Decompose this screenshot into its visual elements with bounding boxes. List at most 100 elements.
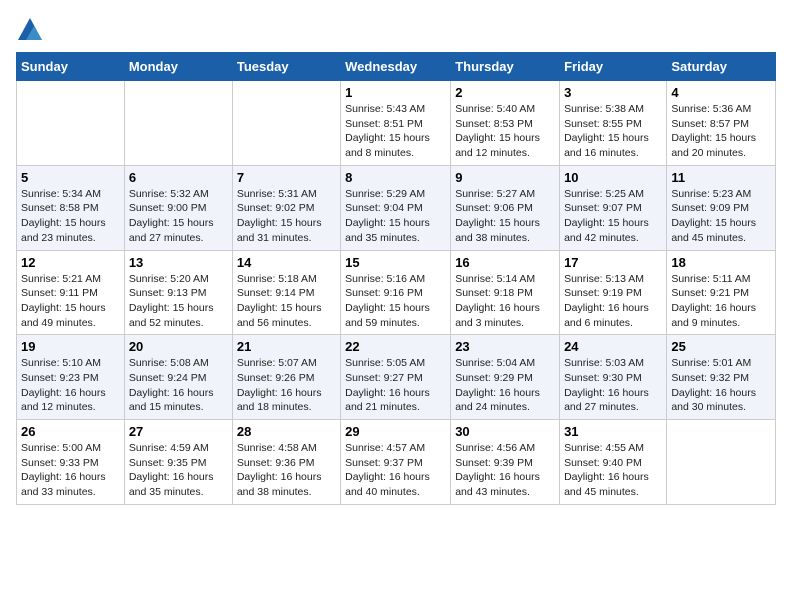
calendar-cell: 6 Sunrise: 5:32 AM Sunset: 9:00 PM Daylig…	[124, 165, 232, 250]
day-info: Sunrise: 4:55 AM Sunset: 9:40 PM Dayligh…	[564, 441, 662, 500]
calendar-cell: 13Sunrise: 5:20 AM Sunset: 9:13 PM Dayli…	[124, 250, 232, 335]
logo	[16, 16, 48, 44]
page-header	[16, 16, 776, 44]
day-info: Sunrise: 5:16 AM Sunset: 9:16 PM Dayligh…	[345, 272, 446, 331]
day-info: Sunrise: 5:13 AM Sunset: 9:19 PM Dayligh…	[564, 272, 662, 331]
day-number: 25	[671, 339, 771, 354]
day-info: Sunrise: 5:32 AM Sunset: 9:00 PM Dayligh…	[129, 187, 228, 246]
day-number: 11	[671, 170, 771, 185]
day-info: Sunrise: 5:25 AM Sunset: 9:07 PM Dayligh…	[564, 187, 662, 246]
calendar-cell: 30 Sunrise: 4:56 AM Sunset: 9:39 PM Dayli…	[451, 420, 560, 505]
day-info: Sunrise: 5:34 AM Sunset: 8:58 PM Dayligh…	[21, 187, 120, 246]
calendar-cell: 15 Sunrise: 5:16 AM Sunset: 9:16 PM Dayli…	[341, 250, 451, 335]
calendar-cell: 11 Sunrise: 5:23 AM Sunset: 9:09 PM Dayli…	[667, 165, 776, 250]
calendar-cell: 2 Sunrise: 5:40 AM Sunset: 8:53 PM Daylig…	[451, 81, 560, 166]
calendar-cell: 8 Sunrise: 5:29 AM Sunset: 9:04 PM Daylig…	[341, 165, 451, 250]
logo-icon	[16, 16, 44, 44]
day-info: Sunrise: 5:27 AM Sunset: 9:06 PM Dayligh…	[455, 187, 555, 246]
calendar-cell: 3 Sunrise: 5:38 AM Sunset: 8:55 PM Daylig…	[560, 81, 667, 166]
day-info: Sunrise: 5:18 AM Sunset: 9:14 PM Dayligh…	[237, 272, 336, 331]
day-info: Sunrise: 5:11 AM Sunset: 9:21 PM Dayligh…	[671, 272, 771, 331]
day-of-week-header: Tuesday	[232, 53, 340, 81]
day-number: 28	[237, 424, 336, 439]
calendar-cell: 18 Sunrise: 5:11 AM Sunset: 9:21 PM Dayli…	[667, 250, 776, 335]
calendar-cell: 25 Sunrise: 5:01 AM Sunset: 9:32 PM Dayli…	[667, 335, 776, 420]
calendar-cell	[232, 81, 340, 166]
day-number: 3	[564, 85, 662, 100]
calendar-cell: 28 Sunrise: 4:58 AM Sunset: 9:36 PM Dayli…	[232, 420, 340, 505]
day-number: 1	[345, 85, 446, 100]
calendar-cell	[124, 81, 232, 166]
calendar-cell: 26Sunrise: 5:00 AM Sunset: 9:33 PM Dayli…	[17, 420, 125, 505]
calendar-header-row: SundayMondayTuesdayWednesdayThursdayFrid…	[17, 53, 776, 81]
calendar-cell: 16 Sunrise: 5:14 AM Sunset: 9:18 PM Dayli…	[451, 250, 560, 335]
day-info: Sunrise: 4:57 AM Sunset: 9:37 PM Dayligh…	[345, 441, 446, 500]
calendar-table: SundayMondayTuesdayWednesdayThursdayFrid…	[16, 52, 776, 505]
calendar-cell: 20 Sunrise: 5:08 AM Sunset: 9:24 PM Dayli…	[124, 335, 232, 420]
day-number: 9	[455, 170, 555, 185]
day-number: 19	[21, 339, 120, 354]
day-number: 26	[21, 424, 120, 439]
day-info: Sunrise: 4:58 AM Sunset: 9:36 PM Dayligh…	[237, 441, 336, 500]
day-number: 12	[21, 255, 120, 270]
calendar-cell	[667, 420, 776, 505]
day-number: 7	[237, 170, 336, 185]
calendar-week-row: 5 Sunrise: 5:34 AM Sunset: 8:58 PM Daylig…	[17, 165, 776, 250]
day-info: Sunrise: 5:20 AM Sunset: 9:13 PM Dayligh…	[129, 272, 228, 331]
day-number: 31	[564, 424, 662, 439]
calendar-cell: 10 Sunrise: 5:25 AM Sunset: 9:07 PM Dayli…	[560, 165, 667, 250]
day-number: 24	[564, 339, 662, 354]
calendar-cell: 1 Sunrise: 5:43 AM Sunset: 8:51 PM Daylig…	[341, 81, 451, 166]
calendar-cell: 29 Sunrise: 4:57 AM Sunset: 9:37 PM Dayli…	[341, 420, 451, 505]
calendar-cell: 21Sunrise: 5:07 AM Sunset: 9:26 PM Dayli…	[232, 335, 340, 420]
day-info: Sunrise: 5:43 AM Sunset: 8:51 PM Dayligh…	[345, 102, 446, 161]
day-number: 2	[455, 85, 555, 100]
day-info: Sunrise: 5:38 AM Sunset: 8:55 PM Dayligh…	[564, 102, 662, 161]
calendar-cell	[17, 81, 125, 166]
calendar-cell: 5 Sunrise: 5:34 AM Sunset: 8:58 PM Daylig…	[17, 165, 125, 250]
day-number: 30	[455, 424, 555, 439]
day-number: 10	[564, 170, 662, 185]
day-of-week-header: Saturday	[667, 53, 776, 81]
day-info: Sunrise: 5:14 AM Sunset: 9:18 PM Dayligh…	[455, 272, 555, 331]
day-of-week-header: Monday	[124, 53, 232, 81]
calendar-week-row: 19 Sunrise: 5:10 AM Sunset: 9:23 PM Dayli…	[17, 335, 776, 420]
calendar-cell: 27Sunrise: 4:59 AM Sunset: 9:35 PM Dayli…	[124, 420, 232, 505]
day-info: Sunrise: 5:07 AM Sunset: 9:26 PM Dayligh…	[237, 356, 336, 415]
day-number: 27	[129, 424, 228, 439]
day-info: Sunrise: 5:29 AM Sunset: 9:04 PM Dayligh…	[345, 187, 446, 246]
calendar-cell: 24Sunrise: 5:03 AM Sunset: 9:30 PM Dayli…	[560, 335, 667, 420]
day-number: 16	[455, 255, 555, 270]
day-info: Sunrise: 5:23 AM Sunset: 9:09 PM Dayligh…	[671, 187, 771, 246]
day-number: 5	[21, 170, 120, 185]
day-number: 8	[345, 170, 446, 185]
day-info: Sunrise: 5:10 AM Sunset: 9:23 PM Dayligh…	[21, 356, 120, 415]
day-info: Sunrise: 5:40 AM Sunset: 8:53 PM Dayligh…	[455, 102, 555, 161]
day-number: 20	[129, 339, 228, 354]
calendar-cell: 12 Sunrise: 5:21 AM Sunset: 9:11 PM Dayli…	[17, 250, 125, 335]
day-number: 6	[129, 170, 228, 185]
day-info: Sunrise: 5:01 AM Sunset: 9:32 PM Dayligh…	[671, 356, 771, 415]
day-number: 18	[671, 255, 771, 270]
day-of-week-header: Sunday	[17, 53, 125, 81]
calendar-week-row: 26Sunrise: 5:00 AM Sunset: 9:33 PM Dayli…	[17, 420, 776, 505]
day-number: 14	[237, 255, 336, 270]
calendar-cell: 14 Sunrise: 5:18 AM Sunset: 9:14 PM Dayli…	[232, 250, 340, 335]
calendar-cell: 17 Sunrise: 5:13 AM Sunset: 9:19 PM Dayli…	[560, 250, 667, 335]
day-info: Sunrise: 5:36 AM Sunset: 8:57 PM Dayligh…	[671, 102, 771, 161]
day-info: Sunrise: 5:31 AM Sunset: 9:02 PM Dayligh…	[237, 187, 336, 246]
day-number: 29	[345, 424, 446, 439]
day-number: 4	[671, 85, 771, 100]
calendar-cell: 31 Sunrise: 4:55 AM Sunset: 9:40 PM Dayli…	[560, 420, 667, 505]
day-info: Sunrise: 5:05 AM Sunset: 9:27 PM Dayligh…	[345, 356, 446, 415]
day-info: Sunrise: 4:56 AM Sunset: 9:39 PM Dayligh…	[455, 441, 555, 500]
day-info: Sunrise: 5:21 AM Sunset: 9:11 PM Dayligh…	[21, 272, 120, 331]
calendar-week-row: 1 Sunrise: 5:43 AM Sunset: 8:51 PM Daylig…	[17, 81, 776, 166]
day-number: 17	[564, 255, 662, 270]
calendar-week-row: 12 Sunrise: 5:21 AM Sunset: 9:11 PM Dayli…	[17, 250, 776, 335]
day-number: 15	[345, 255, 446, 270]
day-info: Sunrise: 5:08 AM Sunset: 9:24 PM Dayligh…	[129, 356, 228, 415]
calendar-cell: 22 Sunrise: 5:05 AM Sunset: 9:27 PM Dayli…	[341, 335, 451, 420]
day-number: 23	[455, 339, 555, 354]
day-number: 22	[345, 339, 446, 354]
